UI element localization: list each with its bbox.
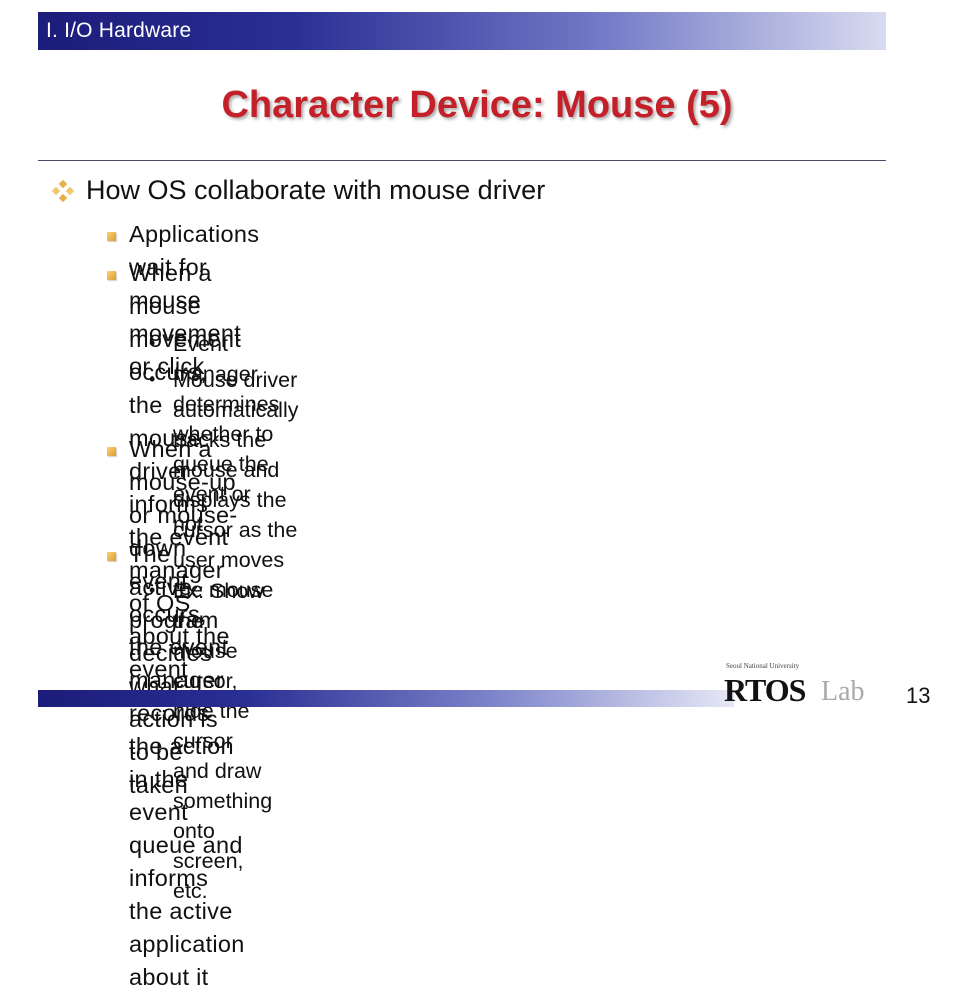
dot-bullet-icon: •	[149, 580, 156, 600]
title-divider	[38, 160, 886, 161]
sub-bullet-line: something onto screen, etc.	[173, 789, 273, 903]
sub-bullet-item: Ex: Show the mouse cursor, hide the curs…	[173, 576, 272, 906]
section-label: I. I/O Hardware	[46, 19, 192, 42]
dot-bullet-icon: •	[149, 369, 156, 389]
page-number: 13	[906, 683, 931, 708]
logo-rtos: RTOS	[724, 672, 806, 708]
logo-caption: Seoul National University	[726, 662, 800, 670]
square-bullet-icon	[107, 271, 116, 280]
main-point: How OS collaborate with mouse driver	[86, 175, 546, 205]
slide-title: Character Device: Mouse (5)	[221, 84, 733, 126]
diamond-bullet-icon	[52, 180, 74, 202]
square-bullet-icon	[107, 552, 116, 561]
dot-bullet-icon: •	[149, 333, 156, 353]
bullet-line: the active application about it	[129, 898, 245, 990]
square-bullet-icon	[107, 447, 116, 456]
sub-bullet-line: Ex: Show the mouse cursor, hide the curs…	[173, 579, 264, 783]
footer-bar	[38, 690, 734, 707]
square-bullet-icon	[107, 232, 116, 241]
logo-lab: Lab	[821, 676, 865, 707]
rtos-lab-logo: Seoul National University RTOS Lab	[722, 662, 882, 708]
header-bar: I. I/O Hardware	[38, 12, 886, 50]
